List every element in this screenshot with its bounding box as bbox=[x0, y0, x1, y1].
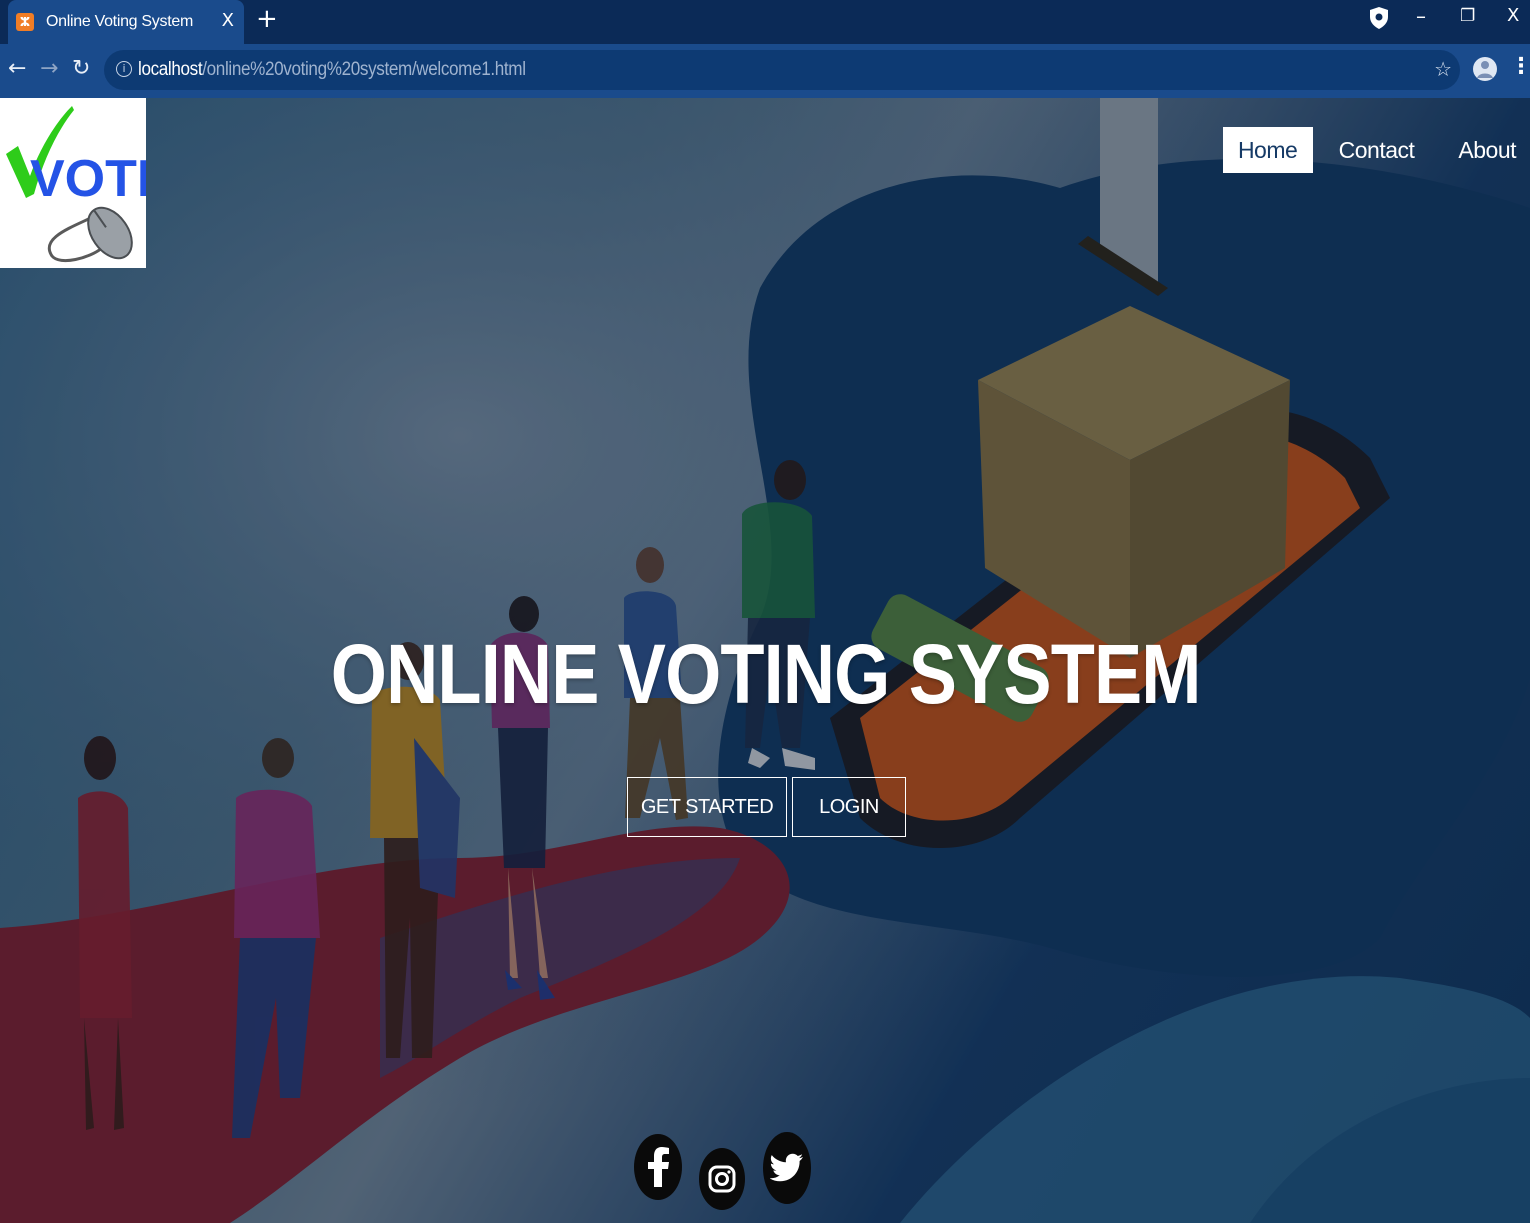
instagram-icon[interactable] bbox=[699, 1148, 745, 1210]
nav-contact[interactable]: Contact bbox=[1317, 127, 1437, 173]
url-path: /online%20voting%20system/welcome1.html bbox=[202, 59, 526, 80]
browser-menu-icon[interactable]: ⋮ bbox=[1510, 54, 1530, 79]
main-nav: Home Contact About bbox=[1222, 127, 1530, 173]
vote-logo[interactable]: VOTE bbox=[0, 98, 172, 268]
browser-toolbar: ← → ↻ i localhost/online%20voting%20syst… bbox=[0, 44, 1530, 98]
extension-shield-icon[interactable] bbox=[1368, 6, 1390, 30]
browser-tab[interactable]: ⵣ Online Voting System X bbox=[8, 0, 244, 44]
browser-tab-strip: ⵣ Online Voting System X + – ❐ X bbox=[0, 0, 1530, 44]
forward-arrow-icon[interactable]: → bbox=[40, 56, 58, 81]
nav-about[interactable]: About bbox=[1436, 127, 1530, 173]
close-window-button[interactable]: X bbox=[1507, 5, 1519, 26]
logo-vote-text: VOTE bbox=[30, 150, 146, 208]
new-tab-button[interactable]: + bbox=[256, 4, 278, 34]
tab-title: Online Voting System bbox=[46, 13, 193, 30]
vote-logo-image: VOTE bbox=[6, 106, 172, 262]
profile-avatar-icon[interactable] bbox=[1472, 54, 1498, 84]
site-info-icon[interactable]: i bbox=[116, 61, 132, 77]
nav-home[interactable]: Home bbox=[1222, 127, 1313, 173]
login-button[interactable]: LOGIN bbox=[792, 777, 906, 837]
twitter-icon[interactable] bbox=[763, 1132, 811, 1204]
restore-button[interactable]: ❐ bbox=[1460, 6, 1475, 26]
reload-icon[interactable]: ↻ bbox=[72, 56, 90, 81]
url-text[interactable]: localhost/online%20voting%20system/welco… bbox=[138, 59, 526, 81]
address-bar[interactable]: i localhost/online%20voting%20system/wel… bbox=[104, 50, 1460, 90]
welcome-page: VOTE Home Contact About ONLINE VOTING SY… bbox=[0, 98, 1530, 1223]
get-started-button[interactable]: GET STARTED bbox=[627, 777, 787, 837]
bookmark-star-icon[interactable]: ☆ bbox=[1434, 57, 1452, 81]
hero-title: ONLINE VOTING SYSTEM bbox=[330, 627, 1202, 721]
xampp-favicon-icon: ⵣ bbox=[16, 13, 34, 31]
back-arrow-icon[interactable]: ← bbox=[8, 56, 26, 81]
facebook-icon[interactable] bbox=[634, 1134, 682, 1200]
url-host: localhost bbox=[138, 59, 203, 80]
minimize-button[interactable]: – bbox=[1416, 4, 1426, 28]
tab-close-button[interactable]: X bbox=[222, 10, 234, 31]
